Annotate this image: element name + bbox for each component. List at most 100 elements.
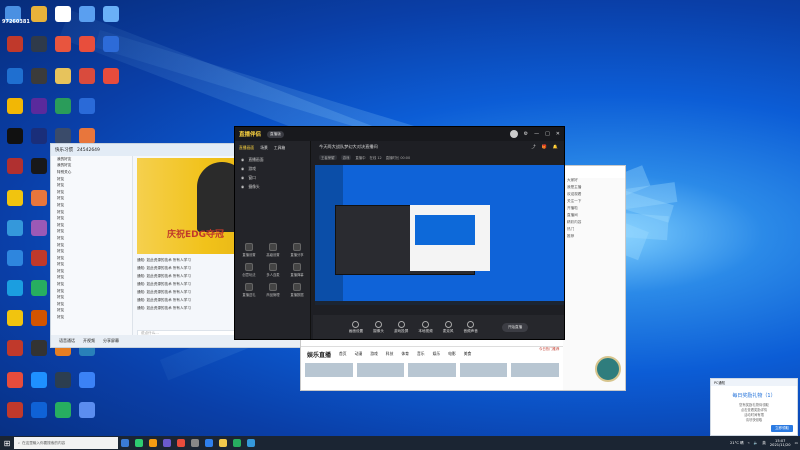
share-screen-button[interactable]: 分享屏幕 (103, 338, 119, 344)
contact-item[interactable]: 好友 (51, 189, 132, 196)
feed-item[interactable]: 大家好 (563, 178, 625, 185)
control-item[interactable]: 本地视频 (418, 320, 433, 334)
nav-link[interactable]: 美食 (464, 351, 472, 357)
taskbar-search[interactable]: ⌕ 在这里输入你要搜索的内容 (14, 437, 118, 449)
desktop-shortcut-icon[interactable] (52, 6, 74, 27)
tool-button[interactable]: 创意玩法 (237, 263, 261, 277)
avatar[interactable] (595, 356, 621, 382)
room-title[interactable]: 今天两大战队梦幻大对决直播间 (319, 144, 378, 150)
minimize-icon[interactable]: — (534, 131, 539, 137)
pinned-app-icon[interactable] (146, 436, 160, 450)
desktop-shortcut-icon[interactable] (28, 98, 50, 119)
ime-indicator[interactable]: 英 (762, 441, 766, 446)
desktop-shortcut-icon[interactable] (76, 372, 98, 393)
pinned-app-icon[interactable] (216, 436, 230, 450)
desktop-shortcut-icon[interactable] (76, 36, 98, 57)
desktop-shortcut-icon[interactable] (28, 310, 50, 331)
control-item[interactable]: 游戏投屏 (394, 320, 408, 334)
eye-icon[interactable]: ◉ (241, 166, 244, 171)
feed-item[interactable]: 推荐 (563, 234, 625, 241)
pinned-app-icon[interactable] (132, 436, 146, 450)
feed-item[interactable]: 精彩内容 (563, 220, 625, 227)
contact-item[interactable]: 好友 (51, 222, 132, 229)
desktop-shortcut-icon[interactable] (28, 402, 50, 423)
nav-link[interactable]: 游戏 (370, 351, 378, 357)
feed-item[interactable]: 关注一下 (563, 199, 625, 206)
pinned-app-icon[interactable] (118, 436, 132, 450)
thumbnail[interactable] (511, 363, 559, 377)
desktop-shortcut-icon[interactable] (4, 250, 26, 271)
avatar[interactable] (509, 130, 518, 138)
voice-call-button[interactable]: 语音通话 (59, 338, 75, 344)
eye-icon[interactable]: ◉ (241, 157, 244, 162)
tab-toolbox[interactable]: 工具箱 (274, 145, 285, 151)
contact-item[interactable]: 好友 (51, 182, 132, 189)
close-icon[interactable]: ✕ (556, 131, 560, 137)
control-item[interactable]: 画面设置 (349, 320, 363, 334)
thumbnail[interactable] (408, 363, 456, 377)
contact-item[interactable]: 好友 (51, 268, 132, 275)
nav-link[interactable]: 动漫 (355, 351, 363, 357)
desktop-shortcut-icon[interactable] (52, 36, 74, 57)
contact-item[interactable]: 好友 (51, 275, 132, 282)
contact-item[interactable]: 好友 (51, 176, 132, 183)
bell-icon[interactable]: 🔔 (553, 144, 558, 150)
desktop-shortcut-icon[interactable] (4, 310, 26, 331)
contact-item[interactable]: 特别关心 (51, 169, 132, 176)
source-item[interactable]: ◉ 窗口 (235, 173, 310, 182)
tab-live-scene[interactable]: 直播画面 (239, 145, 254, 151)
stream-preview[interactable] (315, 165, 564, 305)
tool-button[interactable]: 直播弹幕 (285, 263, 309, 277)
contact-item[interactable]: 好友 (51, 281, 132, 288)
notification-popup[interactable]: PC通知 每日奖励礼物（1） 您有奖励礼物待领取 点击查看奖励详情 活动时间有限 请尽… (710, 378, 798, 436)
tool-button[interactable]: 直播送礼 (237, 283, 261, 297)
tab-scene[interactable]: 场景 (260, 145, 268, 151)
desktop-shortcut-icon[interactable] (28, 158, 50, 179)
contact-item[interactable]: 好友 (51, 242, 132, 249)
contact-item[interactable]: 好友 (51, 235, 132, 242)
desktop-shortcut-icon[interactable] (28, 128, 50, 149)
tool-button[interactable]: 直播设置 (237, 243, 261, 257)
eye-icon[interactable]: ◉ (241, 184, 244, 189)
thumbnail[interactable] (459, 363, 508, 377)
tool-button[interactable]: 商品管理 (261, 283, 285, 297)
desktop-shortcut-icon[interactable] (4, 128, 26, 149)
desktop-shortcut-icon[interactable] (52, 402, 74, 423)
gift-icon[interactable]: 🎁 (542, 144, 547, 150)
control-item[interactable]: 摄像头 (373, 320, 384, 334)
contact-item[interactable]: 我的好友 (51, 163, 132, 170)
contact-item[interactable]: 好友 (51, 229, 132, 236)
contact-item[interactable]: 好友 (51, 294, 132, 301)
contact-item[interactable]: 好友 (51, 301, 132, 308)
desktop-shortcut-icon[interactable] (28, 340, 50, 361)
desktop-shortcut-icon[interactable] (76, 402, 98, 423)
network-icon[interactable]: ⌁ (748, 441, 750, 445)
nav-link[interactable]: 娱乐 (433, 351, 441, 357)
thumbnail[interactable] (356, 363, 405, 377)
contact-item[interactable]: 好友 (51, 215, 132, 222)
eye-icon[interactable]: ◉ (241, 175, 244, 180)
nav-link[interactable]: 首页 (339, 351, 347, 357)
settings-icon[interactable]: ⚙ (524, 131, 528, 137)
tool-button[interactable]: 直播数据 (285, 283, 309, 297)
live-titlebar[interactable]: 直播伴侣 直播版 ⚙ — □ ✕ (235, 127, 564, 141)
clock[interactable]: 15:07 2021/11/20 (770, 439, 791, 448)
pinned-app-icon[interactable] (202, 436, 216, 450)
desktop-shortcut-icon[interactable] (76, 98, 98, 119)
desktop-shortcut-icon[interactable] (76, 6, 98, 27)
contact-item[interactable]: 好友 (51, 196, 132, 203)
thumbnail[interactable] (305, 363, 353, 377)
pinned-app-icon[interactable] (244, 436, 258, 450)
source-item[interactable]: ◉ 摄像头 (235, 182, 310, 191)
pinned-app-icon[interactable] (174, 436, 188, 450)
desktop-shortcut-icon[interactable] (4, 68, 26, 89)
pinned-app-icon[interactable] (188, 436, 202, 450)
qq-contact-list[interactable]: 我的好友 我的好友 特别关心 好友 好友 好友 好友 好友 好友 好友 好友 好友 好友 好友 好友 好友 好友… (51, 156, 133, 335)
desktop-shortcut-icon[interactable] (4, 190, 26, 211)
contact-item[interactable]: 好友 (51, 255, 132, 262)
desktop-shortcut-icon[interactable] (28, 68, 50, 89)
desktop-shortcut-icon[interactable] (28, 372, 50, 393)
pinned-app-icon[interactable] (230, 436, 244, 450)
tool-button[interactable]: 高级设置 (261, 243, 285, 257)
contact-item[interactable]: 好友 (51, 262, 132, 269)
